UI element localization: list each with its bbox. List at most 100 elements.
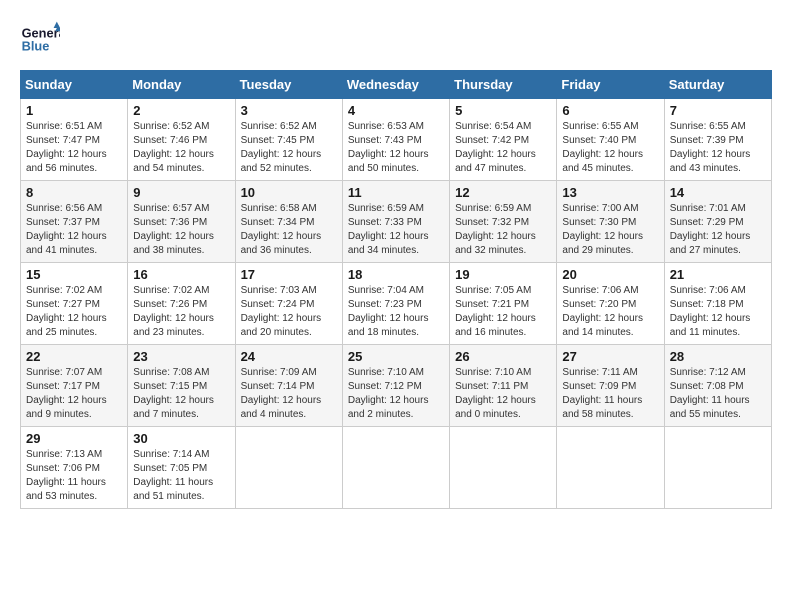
weekday-header-thursday: Thursday: [450, 71, 557, 99]
day-info: Sunrise: 7:09 AM Sunset: 7:14 PM Dayligh…: [241, 366, 337, 422]
day-info: Sunrise: 6:55 AM Sunset: 7:39 PM Dayligh…: [670, 120, 766, 176]
day-number: 2: [133, 103, 229, 118]
weekday-header-tuesday: Tuesday: [235, 71, 342, 99]
day-number: 30: [133, 431, 229, 446]
calendar-cell: 19 Sunrise: 7:05 AM Sunset: 7:21 PM Dayl…: [450, 263, 557, 345]
day-number: 26: [455, 349, 551, 364]
calendar-cell: 20 Sunrise: 7:06 AM Sunset: 7:20 PM Dayl…: [557, 263, 664, 345]
calendar-cell: 9 Sunrise: 6:57 AM Sunset: 7:36 PM Dayli…: [128, 181, 235, 263]
calendar-cell: [450, 427, 557, 509]
day-number: 15: [26, 267, 122, 282]
day-number: 10: [241, 185, 337, 200]
day-number: 16: [133, 267, 229, 282]
day-info: Sunrise: 7:07 AM Sunset: 7:17 PM Dayligh…: [26, 366, 122, 422]
day-info: Sunrise: 6:56 AM Sunset: 7:37 PM Dayligh…: [26, 202, 122, 258]
calendar-cell: 10 Sunrise: 6:58 AM Sunset: 7:34 PM Dayl…: [235, 181, 342, 263]
weekday-header-saturday: Saturday: [664, 71, 771, 99]
calendar-cell: 2 Sunrise: 6:52 AM Sunset: 7:46 PM Dayli…: [128, 99, 235, 181]
weekday-header-monday: Monday: [128, 71, 235, 99]
day-info: Sunrise: 7:01 AM Sunset: 7:29 PM Dayligh…: [670, 202, 766, 258]
calendar-cell: 18 Sunrise: 7:04 AM Sunset: 7:23 PM Dayl…: [342, 263, 449, 345]
calendar-cell: 13 Sunrise: 7:00 AM Sunset: 7:30 PM Dayl…: [557, 181, 664, 263]
calendar-cell: 30 Sunrise: 7:14 AM Sunset: 7:05 PM Dayl…: [128, 427, 235, 509]
day-number: 1: [26, 103, 122, 118]
calendar-cell: 16 Sunrise: 7:02 AM Sunset: 7:26 PM Dayl…: [128, 263, 235, 345]
day-number: 24: [241, 349, 337, 364]
day-info: Sunrise: 7:14 AM Sunset: 7:05 PM Dayligh…: [133, 448, 229, 504]
day-info: Sunrise: 6:59 AM Sunset: 7:32 PM Dayligh…: [455, 202, 551, 258]
calendar-table: SundayMondayTuesdayWednesdayThursdayFrid…: [20, 70, 772, 509]
day-info: Sunrise: 6:51 AM Sunset: 7:47 PM Dayligh…: [26, 120, 122, 176]
day-number: 5: [455, 103, 551, 118]
weekday-header-sunday: Sunday: [21, 71, 128, 99]
day-info: Sunrise: 7:06 AM Sunset: 7:18 PM Dayligh…: [670, 284, 766, 340]
day-info: Sunrise: 7:04 AM Sunset: 7:23 PM Dayligh…: [348, 284, 444, 340]
calendar-cell: [342, 427, 449, 509]
svg-text:Blue: Blue: [22, 38, 50, 53]
calendar-week-row: 29 Sunrise: 7:13 AM Sunset: 7:06 PM Dayl…: [21, 427, 772, 509]
calendar-cell: 28 Sunrise: 7:12 AM Sunset: 7:08 PM Dayl…: [664, 345, 771, 427]
calendar-header-row: SundayMondayTuesdayWednesdayThursdayFrid…: [21, 71, 772, 99]
day-number: 9: [133, 185, 229, 200]
calendar-cell: 15 Sunrise: 7:02 AM Sunset: 7:27 PM Dayl…: [21, 263, 128, 345]
calendar-cell: 5 Sunrise: 6:54 AM Sunset: 7:42 PM Dayli…: [450, 99, 557, 181]
calendar-cell: [557, 427, 664, 509]
day-number: 23: [133, 349, 229, 364]
day-number: 29: [26, 431, 122, 446]
calendar-cell: 7 Sunrise: 6:55 AM Sunset: 7:39 PM Dayli…: [664, 99, 771, 181]
calendar-cell: 14 Sunrise: 7:01 AM Sunset: 7:29 PM Dayl…: [664, 181, 771, 263]
day-info: Sunrise: 6:58 AM Sunset: 7:34 PM Dayligh…: [241, 202, 337, 258]
calendar-cell: 12 Sunrise: 6:59 AM Sunset: 7:32 PM Dayl…: [450, 181, 557, 263]
logo: General Blue: [20, 20, 66, 60]
day-number: 4: [348, 103, 444, 118]
day-number: 21: [670, 267, 766, 282]
day-number: 13: [562, 185, 658, 200]
calendar-cell: 27 Sunrise: 7:11 AM Sunset: 7:09 PM Dayl…: [557, 345, 664, 427]
day-info: Sunrise: 7:00 AM Sunset: 7:30 PM Dayligh…: [562, 202, 658, 258]
day-number: 18: [348, 267, 444, 282]
day-number: 12: [455, 185, 551, 200]
calendar-cell: 17 Sunrise: 7:03 AM Sunset: 7:24 PM Dayl…: [235, 263, 342, 345]
day-info: Sunrise: 7:10 AM Sunset: 7:12 PM Dayligh…: [348, 366, 444, 422]
calendar-cell: [235, 427, 342, 509]
calendar-cell: 22 Sunrise: 7:07 AM Sunset: 7:17 PM Dayl…: [21, 345, 128, 427]
day-info: Sunrise: 7:10 AM Sunset: 7:11 PM Dayligh…: [455, 366, 551, 422]
calendar-week-row: 8 Sunrise: 6:56 AM Sunset: 7:37 PM Dayli…: [21, 181, 772, 263]
calendar-cell: 8 Sunrise: 6:56 AM Sunset: 7:37 PM Dayli…: [21, 181, 128, 263]
calendar-cell: 24 Sunrise: 7:09 AM Sunset: 7:14 PM Dayl…: [235, 345, 342, 427]
day-number: 6: [562, 103, 658, 118]
day-info: Sunrise: 7:11 AM Sunset: 7:09 PM Dayligh…: [562, 366, 658, 422]
calendar-cell: 25 Sunrise: 7:10 AM Sunset: 7:12 PM Dayl…: [342, 345, 449, 427]
day-info: Sunrise: 7:02 AM Sunset: 7:26 PM Dayligh…: [133, 284, 229, 340]
day-info: Sunrise: 6:59 AM Sunset: 7:33 PM Dayligh…: [348, 202, 444, 258]
calendar-cell: 21 Sunrise: 7:06 AM Sunset: 7:18 PM Dayl…: [664, 263, 771, 345]
weekday-header-friday: Friday: [557, 71, 664, 99]
day-number: 19: [455, 267, 551, 282]
calendar-cell: 4 Sunrise: 6:53 AM Sunset: 7:43 PM Dayli…: [342, 99, 449, 181]
day-info: Sunrise: 7:02 AM Sunset: 7:27 PM Dayligh…: [26, 284, 122, 340]
day-info: Sunrise: 6:53 AM Sunset: 7:43 PM Dayligh…: [348, 120, 444, 176]
day-info: Sunrise: 7:12 AM Sunset: 7:08 PM Dayligh…: [670, 366, 766, 422]
day-number: 3: [241, 103, 337, 118]
day-number: 17: [241, 267, 337, 282]
weekday-header-wednesday: Wednesday: [342, 71, 449, 99]
day-number: 7: [670, 103, 766, 118]
calendar-week-row: 22 Sunrise: 7:07 AM Sunset: 7:17 PM Dayl…: [21, 345, 772, 427]
day-info: Sunrise: 6:54 AM Sunset: 7:42 PM Dayligh…: [455, 120, 551, 176]
day-info: Sunrise: 6:52 AM Sunset: 7:45 PM Dayligh…: [241, 120, 337, 176]
calendar-week-row: 15 Sunrise: 7:02 AM Sunset: 7:27 PM Dayl…: [21, 263, 772, 345]
calendar-cell: 26 Sunrise: 7:10 AM Sunset: 7:11 PM Dayl…: [450, 345, 557, 427]
day-info: Sunrise: 7:03 AM Sunset: 7:24 PM Dayligh…: [241, 284, 337, 340]
calendar-cell: 1 Sunrise: 6:51 AM Sunset: 7:47 PM Dayli…: [21, 99, 128, 181]
calendar-week-row: 1 Sunrise: 6:51 AM Sunset: 7:47 PM Dayli…: [21, 99, 772, 181]
day-number: 27: [562, 349, 658, 364]
page-header: General Blue: [20, 20, 772, 60]
day-number: 28: [670, 349, 766, 364]
calendar-cell: 29 Sunrise: 7:13 AM Sunset: 7:06 PM Dayl…: [21, 427, 128, 509]
day-info: Sunrise: 6:52 AM Sunset: 7:46 PM Dayligh…: [133, 120, 229, 176]
calendar-cell: 11 Sunrise: 6:59 AM Sunset: 7:33 PM Dayl…: [342, 181, 449, 263]
day-info: Sunrise: 7:08 AM Sunset: 7:15 PM Dayligh…: [133, 366, 229, 422]
logo-icon: General Blue: [20, 20, 60, 60]
calendar-cell: 3 Sunrise: 6:52 AM Sunset: 7:45 PM Dayli…: [235, 99, 342, 181]
day-info: Sunrise: 7:05 AM Sunset: 7:21 PM Dayligh…: [455, 284, 551, 340]
